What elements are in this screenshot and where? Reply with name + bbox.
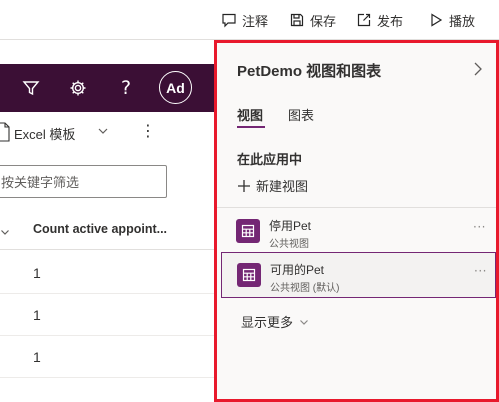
publish-button[interactable]: 发布 [356, 8, 403, 32]
table-view-icon [237, 263, 261, 287]
chevron-down-icon[interactable] [0, 227, 10, 237]
tab-views[interactable]: 视图 [237, 105, 263, 124]
plus-icon [238, 179, 250, 192]
table-cell: 1 [33, 265, 41, 281]
table-cell: 1 [33, 307, 41, 323]
comments-label: 注释 [242, 13, 269, 29]
comment-icon [221, 12, 237, 28]
table-row[interactable]: 1 [0, 294, 214, 336]
show-more-label: 显示更多 [241, 315, 294, 330]
show-more-button[interactable]: 显示更多 [241, 312, 309, 331]
active-tab-indicator [237, 126, 265, 128]
comments-button[interactable]: 注释 [221, 8, 268, 32]
more-options-icon[interactable]: ··· [473, 220, 486, 234]
views-and-charts-pane: PetDemo 视图和图表 视图 图表 在此应用中 新建视图 停用Pet 公共视… [214, 40, 499, 402]
table-row[interactable]: 1 [0, 336, 214, 378]
save-label: 保存 [310, 13, 337, 29]
play-icon [428, 12, 444, 28]
view-type: 公共视图 [269, 239, 309, 250]
more-options-icon[interactable]: ⋮ [140, 121, 156, 140]
publish-label: 发布 [377, 13, 404, 29]
header-divider [0, 249, 214, 250]
help-icon[interactable]: ? [114, 76, 138, 100]
view-item-disabled-pet[interactable]: 停用Pet 公共视图 ··· [221, 209, 496, 255]
new-view-button[interactable]: 新建视图 [237, 176, 308, 195]
table-cell: 1 [33, 349, 41, 365]
filter-placeholder: 按关键字筛选 [1, 175, 80, 190]
pane-title: PetDemo 视图和图表 [237, 63, 382, 80]
play-button[interactable]: 播放 [428, 8, 475, 32]
tab-charts[interactable]: 图表 [288, 105, 314, 124]
more-options-icon[interactable]: ··· [474, 264, 487, 278]
view-name: 停用Pet [269, 219, 312, 233]
view-type: 公共视图 (默认) [270, 283, 340, 294]
excel-icon [0, 122, 10, 142]
view-item-available-pet[interactable]: 可用的Pet 公共视图 (默认) ··· [221, 252, 496, 298]
table-row[interactable]: 1 [0, 252, 214, 294]
view-name: 可用的Pet [270, 263, 325, 277]
table-view-icon [236, 219, 260, 243]
filter-by-keyword-input[interactable]: 按关键字筛选 [0, 165, 167, 198]
command-bar: 注释 保存 发布 播放 [0, 0, 499, 40]
save-button[interactable]: 保存 [289, 8, 336, 32]
gear-icon[interactable] [66, 76, 90, 100]
avatar[interactable]: Ad [159, 71, 192, 104]
play-label: 播放 [449, 13, 476, 29]
divider [217, 207, 496, 208]
filter-icon[interactable] [19, 76, 43, 100]
new-view-label: 新建视图 [256, 179, 309, 194]
excel-templates-button[interactable]: Excel 模板 [14, 124, 75, 143]
column-header-count-active-appointments[interactable]: Count active appoint... [33, 222, 167, 236]
publish-icon [356, 12, 372, 28]
save-icon [289, 12, 305, 28]
chevron-right-icon[interactable] [469, 60, 487, 78]
section-title: 在此应用中 [237, 152, 303, 167]
chevron-down-icon [300, 319, 308, 325]
chevron-down-icon[interactable] [97, 125, 109, 137]
